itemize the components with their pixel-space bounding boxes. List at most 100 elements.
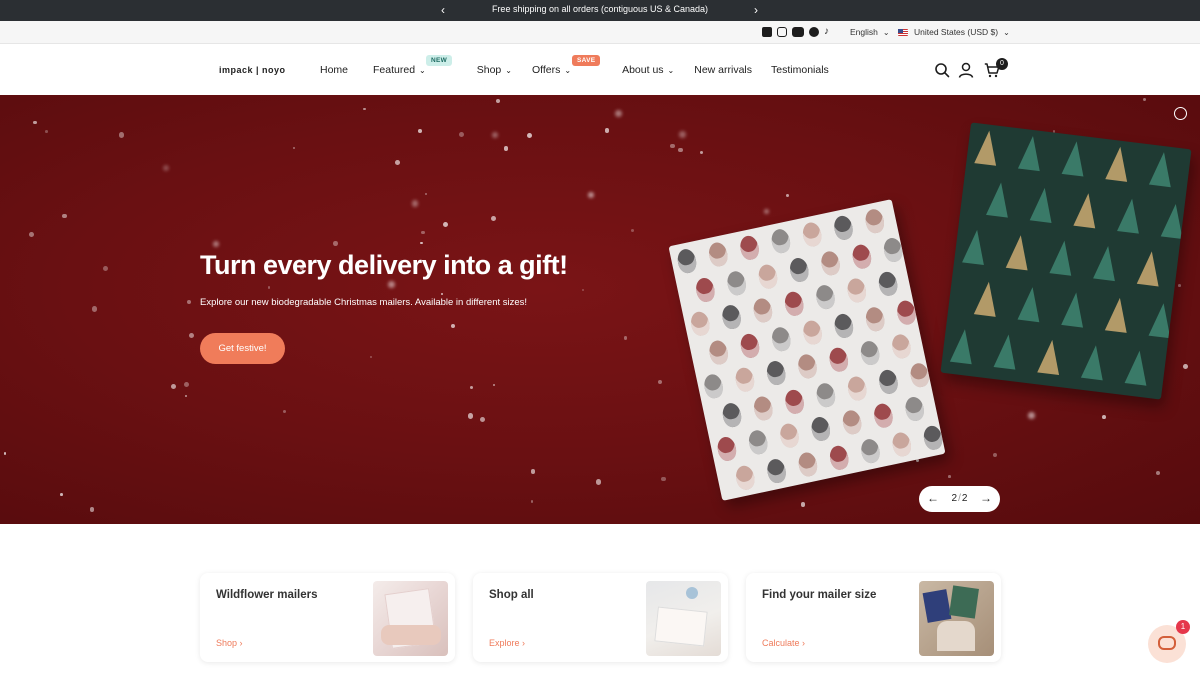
penguin-pattern xyxy=(877,368,900,396)
logo[interactable]: impack | noyo xyxy=(219,45,286,95)
chat-widget-button[interactable]: 1 xyxy=(1148,620,1190,663)
card-link[interactable]: Calculate › xyxy=(762,638,805,648)
snowflake xyxy=(333,241,339,246)
penguin-pattern xyxy=(787,256,811,284)
snowflake xyxy=(679,131,686,138)
tree-pattern xyxy=(993,333,1020,370)
nav-featured[interactable]: Featured ⌄ NEW xyxy=(373,55,453,76)
snowflake xyxy=(421,231,425,235)
hero-title: Turn every delivery into a gift! xyxy=(200,250,568,280)
penguin-pattern xyxy=(725,269,748,297)
penguin-pattern xyxy=(809,415,832,443)
penguin-pattern xyxy=(720,303,743,331)
facebook-icon[interactable] xyxy=(762,27,772,37)
snowflake xyxy=(418,128,423,133)
nav-testimonials-label: Testimonials xyxy=(771,64,829,76)
snowflake xyxy=(492,131,499,138)
snowflake xyxy=(677,147,683,153)
card-thumbnail xyxy=(646,581,721,656)
slide-current: 2 xyxy=(951,493,958,504)
card-title: Shop all xyxy=(489,589,534,601)
snowflake xyxy=(370,355,373,359)
card-link[interactable]: Shop › xyxy=(216,638,243,648)
snowflake xyxy=(596,479,602,485)
chat-icon xyxy=(1158,636,1176,650)
snowflake xyxy=(411,200,419,207)
slideshow-pause-icon[interactable] xyxy=(1174,107,1187,120)
cart-count-badge: 0 xyxy=(996,58,1008,70)
penguin-pattern xyxy=(800,220,824,249)
snowflake xyxy=(503,145,509,151)
country-selector[interactable]: United States (USD $) ⌄ xyxy=(898,21,1010,44)
tree-pattern xyxy=(1105,145,1132,182)
snowflake xyxy=(670,143,675,149)
card-find-your-mailer-size[interactable]: Find your mailer size Calculate › xyxy=(746,573,1001,662)
hero-subtitle: Explore our new biodegradable Christmas … xyxy=(200,297,528,308)
slide-separator: / xyxy=(958,493,961,504)
chevron-down-icon: ⌄ xyxy=(505,66,512,75)
card-wildflower-mailers[interactable]: Wildflower mailers Shop › xyxy=(200,573,455,662)
penguin-pattern xyxy=(863,305,887,333)
account-icon[interactable] xyxy=(958,62,974,78)
nav-shop[interactable]: Shop ⌄ xyxy=(477,64,512,76)
tree-pattern xyxy=(986,181,1013,218)
chat-notification-badge: 1 xyxy=(1176,620,1190,634)
social-links: ♪ xyxy=(762,27,832,37)
card-link[interactable]: Explore › xyxy=(489,638,525,648)
tree-pattern xyxy=(1148,150,1175,188)
penguin-pattern xyxy=(876,270,900,298)
penguin-pattern xyxy=(751,296,775,324)
snowflake xyxy=(394,160,400,165)
penguin-pattern xyxy=(858,339,882,367)
snowflake xyxy=(59,493,63,497)
penguin-pattern xyxy=(738,234,761,262)
language-selector[interactable]: English ⌄ xyxy=(850,21,890,44)
tree-pattern xyxy=(974,129,1001,166)
card-thumbnail xyxy=(919,581,994,656)
tiktok-icon[interactable]: ♪ xyxy=(824,27,832,37)
chevron-down-icon: ⌄ xyxy=(419,66,426,75)
penguin-pattern xyxy=(707,338,730,367)
snowflake xyxy=(213,240,220,248)
nav-new-arrivals[interactable]: New arrivals xyxy=(694,64,752,76)
penguin-pattern xyxy=(832,312,856,340)
snowflake xyxy=(527,132,533,138)
snowflake xyxy=(1155,470,1160,475)
snowflake xyxy=(420,242,423,245)
nav-offers[interactable]: Offers ⌄ SAVE xyxy=(532,55,601,76)
announcement-next-button[interactable]: › xyxy=(746,0,766,21)
pinterest-icon[interactable] xyxy=(809,27,819,37)
tree-pattern xyxy=(1029,186,1056,223)
penguin-pattern xyxy=(814,381,838,409)
penguin-pattern xyxy=(764,359,788,387)
utility-bar: ♪ English ⌄ United States (USD $) ⌄ xyxy=(0,21,1200,44)
instagram-icon[interactable] xyxy=(777,27,787,37)
penguin-pattern xyxy=(895,298,918,327)
christmas-tree-mailer-image xyxy=(940,122,1192,400)
tree-pattern xyxy=(1073,191,1100,229)
snowflake xyxy=(267,285,271,289)
tree-pattern xyxy=(1104,296,1131,333)
snowflake xyxy=(1028,411,1035,419)
penguin-pattern xyxy=(832,214,855,242)
penguin-pattern xyxy=(778,421,801,450)
slide-total: 2 xyxy=(961,493,968,504)
youtube-icon[interactable] xyxy=(792,27,804,37)
penguin-pattern xyxy=(706,240,730,268)
nav-home[interactable]: Home xyxy=(320,64,348,76)
penguin-pattern xyxy=(733,464,757,492)
snowflake xyxy=(661,476,666,481)
card-shop-all[interactable]: Shop all Explore › xyxy=(473,573,728,662)
nav-testimonials[interactable]: Testimonials xyxy=(771,64,829,76)
penguin-pattern xyxy=(827,346,850,374)
card-link-label: Shop xyxy=(216,638,238,648)
slide-next-button[interactable]: → xyxy=(975,486,997,512)
penguin-pattern xyxy=(890,430,913,458)
snowflake xyxy=(171,383,177,389)
chevron-down-icon: ⌄ xyxy=(564,66,572,75)
get-festive-button[interactable]: Get festive! xyxy=(200,333,285,364)
search-icon[interactable] xyxy=(934,62,950,78)
penguin-pattern xyxy=(738,332,762,360)
chevron-down-icon: ⌄ xyxy=(1003,28,1010,37)
nav-about-us[interactable]: About us ⌄ xyxy=(622,64,674,76)
